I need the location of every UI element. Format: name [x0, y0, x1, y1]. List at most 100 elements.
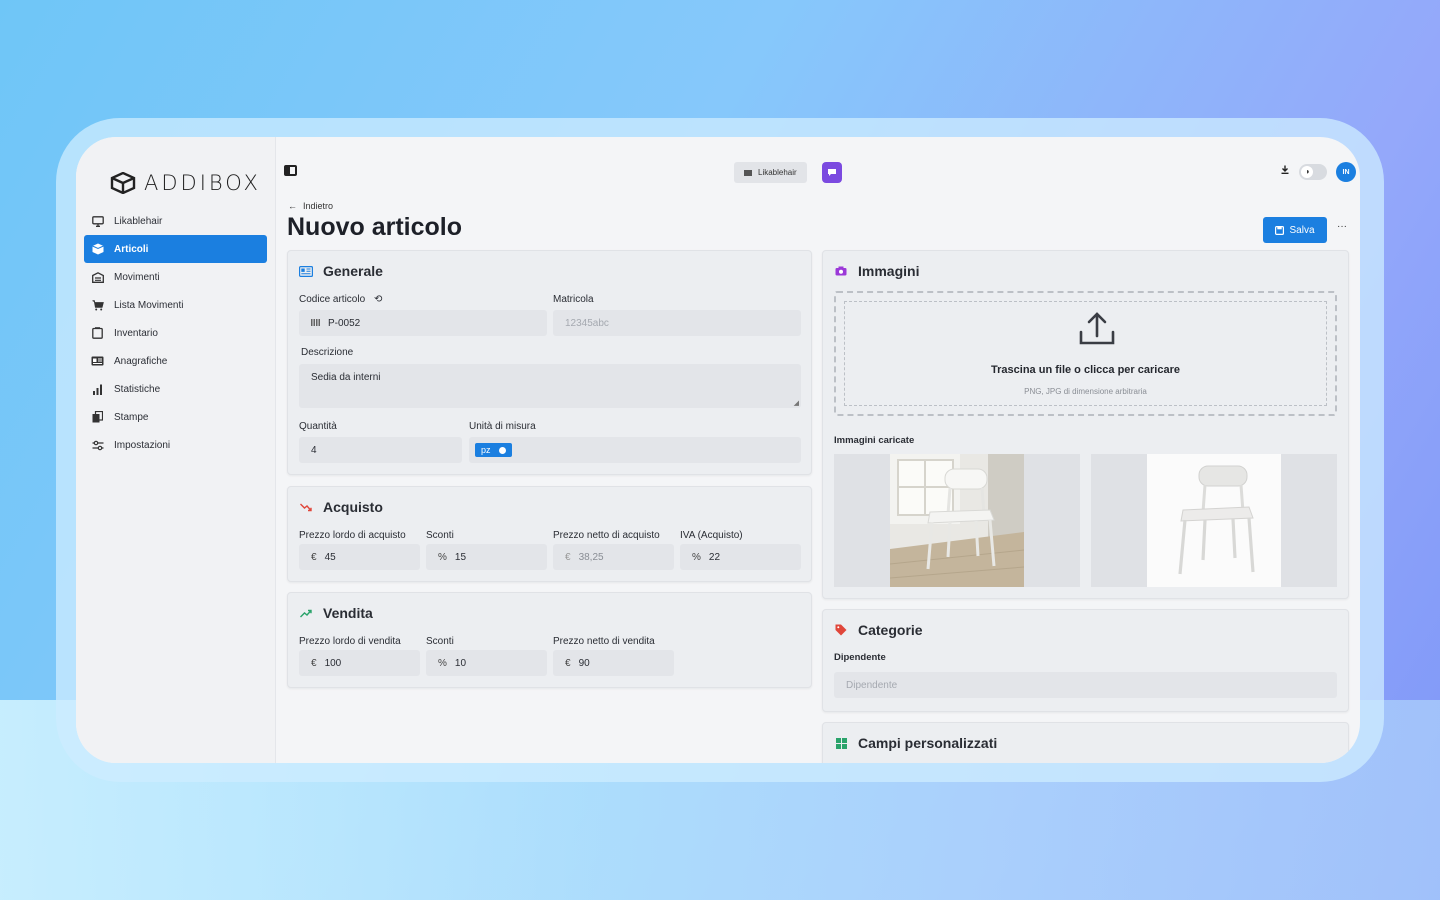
vendita-lordo-label: Prezzo lordo di vendita: [299, 636, 401, 647]
codice-label: Codice articolo ⟲: [299, 294, 382, 305]
avatar[interactable]: IN: [1336, 162, 1356, 182]
card-campi-personalizzati: Campi personalizzati: [822, 722, 1349, 763]
euro-icon: €: [565, 657, 571, 669]
page-title: Nuovo articolo: [287, 213, 463, 241]
theme-toggle[interactable]: ◑: [1299, 164, 1327, 180]
chair-white-photo: [1147, 454, 1281, 587]
sidebar-item-inventario[interactable]: Inventario: [84, 319, 267, 347]
card-title: Generale: [299, 263, 383, 279]
sidebar-item-statistiche[interactable]: Statistiche: [84, 375, 267, 403]
card-title: Campi personalizzati: [834, 735, 997, 751]
dipendente-select[interactable]: Dipendente: [834, 672, 1337, 698]
card-title: Categorie: [834, 622, 923, 638]
tag-icon: [834, 623, 848, 637]
unita-label: Unità di misura: [469, 421, 536, 432]
dropzone-subtitle: PNG, JPG di dimensione arbitraria: [1024, 387, 1147, 396]
campi-title: Campi personalizzati: [858, 735, 998, 751]
codice-label-text: Codice articolo: [299, 294, 366, 305]
vendita-sconti-value: 10: [454, 657, 467, 669]
card-acquisto: Acquisto Prezzo lordo di acquisto € 45 S…: [287, 486, 812, 582]
card-categorie: Categorie Dipendente Dipendente: [822, 609, 1349, 712]
id-card-icon: [299, 264, 313, 278]
dropzone-inner-border: Trascina un file o clicca per caricare P…: [844, 301, 1327, 406]
vendita-netto-input[interactable]: € 90: [553, 650, 674, 676]
acquisto-sconti-input[interactable]: % 15: [426, 544, 547, 570]
descrizione-value: Sedia da interni: [311, 372, 381, 383]
sidebar-toggle-icon[interactable]: [284, 165, 297, 176]
save-label: Salva: [1289, 224, 1315, 236]
sidebar-item-likablehair[interactable]: Likablehair: [84, 207, 267, 235]
sidebar-item-label: Articoli: [114, 243, 149, 255]
sidebar-item-articoli[interactable]: Articoli: [84, 235, 267, 263]
sidebar-item-lista-movimenti[interactable]: Lista Movimenti: [84, 291, 267, 319]
store-icon: [744, 169, 752, 176]
generale-title: Generale: [323, 263, 383, 279]
moon-icon: ◑: [1301, 166, 1313, 178]
categorie-title: Categorie: [858, 622, 923, 638]
percent-icon: %: [692, 551, 701, 563]
iva-label: IVA (Acquisto): [680, 530, 743, 541]
unita-select[interactable]: pz: [469, 437, 801, 463]
codice-articolo-input[interactable]: P-0052: [299, 310, 547, 336]
sidebar-item-impostazioni[interactable]: Impostazioni: [84, 431, 267, 459]
euro-icon: €: [311, 657, 317, 669]
card-title: Acquisto: [299, 499, 383, 515]
acquisto-sconti-label: Sconti: [426, 530, 454, 541]
acquisto-sconti-value: 15: [454, 551, 467, 563]
vendita-netto-label: Prezzo netto di vendita: [553, 636, 655, 647]
clipboard-icon: [91, 327, 104, 340]
tenant-selector[interactable]: Likablehair: [734, 162, 807, 183]
download-icon[interactable]: [1281, 165, 1289, 177]
vendita-sconti-label: Sconti: [426, 636, 454, 647]
sidebar-item-label: Lista Movimenti: [114, 299, 184, 311]
resize-handle-icon[interactable]: ◢: [794, 399, 799, 407]
uploaded-image-thumb[interactable]: [834, 454, 1080, 587]
barcode-icon: [311, 318, 320, 329]
save-button[interactable]: Salva: [1263, 217, 1327, 243]
iva-input[interactable]: % 22: [680, 544, 801, 570]
file-dropzone[interactable]: Trascina un file o clicca per caricare P…: [834, 291, 1337, 416]
codice-value: P-0052: [328, 317, 361, 329]
vendita-lordo-input[interactable]: € 100: [299, 650, 420, 676]
back-link[interactable]: ← Indietro: [288, 201, 333, 211]
sidebar-item-label: Stampe: [114, 411, 149, 423]
logo[interactable]: ADDIBOX: [76, 137, 275, 203]
descrizione-textarea[interactable]: Sedia da interni ◢: [299, 364, 801, 408]
topbar: Likablehair ◑ IN: [276, 137, 1360, 197]
acquisto-netto-label: Prezzo netto di acquisto: [553, 530, 660, 541]
history-icon[interactable]: ⟲: [374, 294, 382, 305]
sidebar-item-stampe[interactable]: Stampe: [84, 403, 267, 431]
uploaded-image-thumb[interactable]: [1091, 454, 1337, 587]
acquisto-netto-input: € 38,25: [553, 544, 674, 570]
id-card-icon: [91, 355, 104, 368]
card-immagini: Immagini Trascina un file o clicca per c…: [822, 250, 1349, 599]
percent-icon: %: [438, 551, 447, 563]
quantita-label: Quantità: [299, 421, 337, 432]
bar-chart-icon: [91, 383, 104, 396]
cart-icon: [91, 299, 104, 312]
floppy-icon: [1275, 225, 1285, 235]
vendita-netto-value: 90: [578, 657, 590, 669]
logo-text: ADDIBOX: [144, 171, 261, 195]
box-icon: [91, 243, 104, 256]
sidebar-item-anagrafiche[interactable]: Anagrafiche: [84, 347, 267, 375]
chat-button[interactable]: [822, 162, 842, 183]
more-options-button[interactable]: ···: [1337, 221, 1347, 232]
box-logo-icon: [110, 172, 136, 194]
remove-chip-icon[interactable]: [498, 446, 506, 454]
descrizione-label: Descrizione: [301, 347, 354, 358]
matricola-input[interactable]: 12345abc: [553, 310, 801, 336]
print-icon: [91, 411, 104, 424]
acquisto-netto-value: 38,25: [578, 551, 604, 563]
app-window: ADDIBOX Likablehair Articoli Movimenti L…: [76, 137, 1360, 763]
sidebar-item-movimenti[interactable]: Movimenti: [84, 263, 267, 291]
immagini-title: Immagini: [858, 263, 920, 279]
unit-chip[interactable]: pz: [475, 443, 512, 457]
quantita-input[interactable]: 4: [299, 437, 462, 463]
euro-icon: €: [311, 551, 317, 563]
vendita-sconti-input[interactable]: % 10: [426, 650, 547, 676]
card-title: Immagini: [834, 263, 919, 279]
acquisto-lordo-input[interactable]: € 45: [299, 544, 420, 570]
card-title: Vendita: [299, 605, 373, 621]
sidebar-item-label: Impostazioni: [114, 439, 171, 451]
